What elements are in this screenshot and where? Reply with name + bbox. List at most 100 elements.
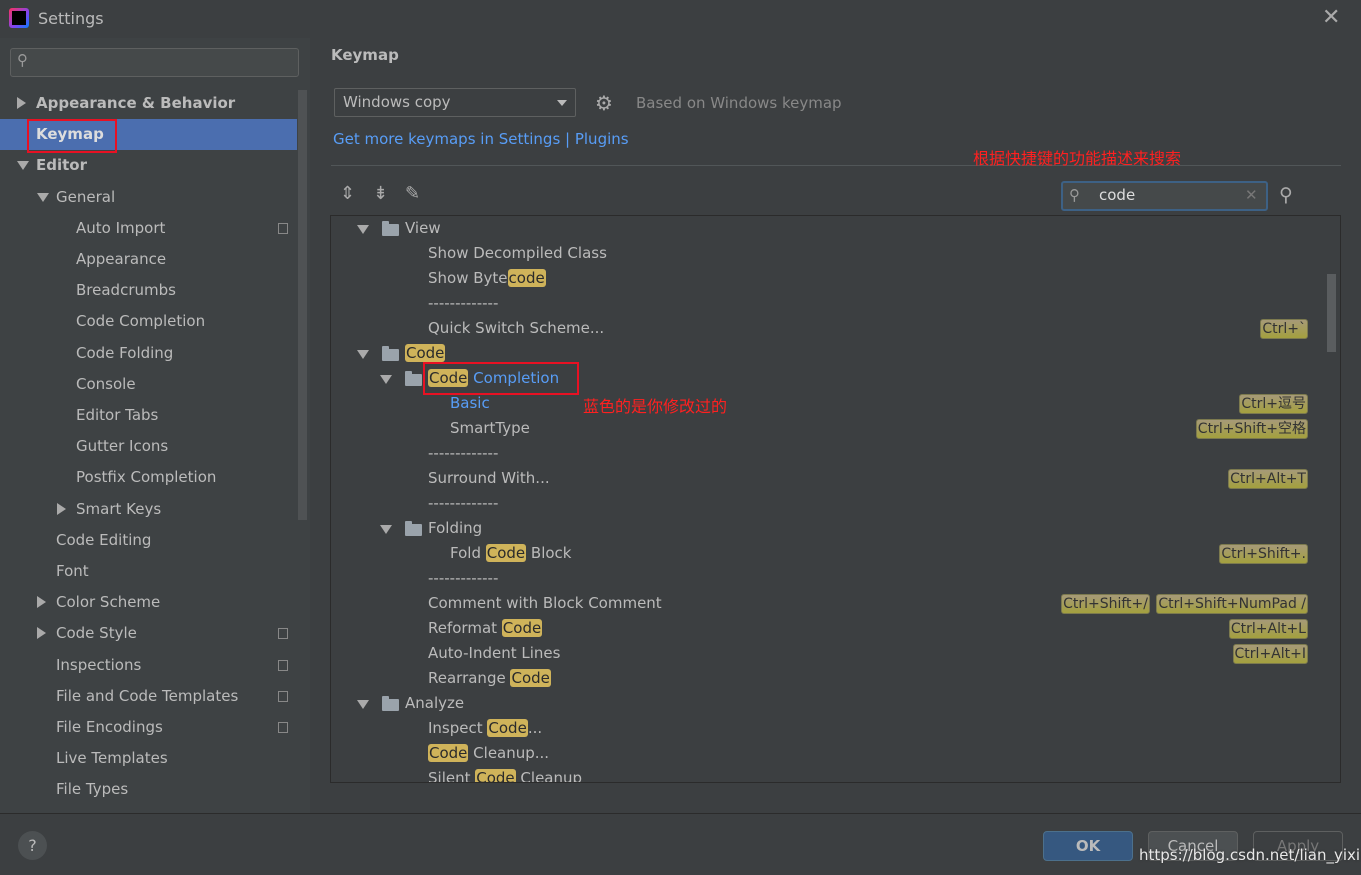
tree-row[interactable]: View xyxy=(331,216,1326,241)
chevron-down-icon[interactable] xyxy=(357,225,369,234)
chevron-right-icon[interactable] xyxy=(37,596,46,609)
sidebar-item[interactable]: Appearance & Behavior xyxy=(0,88,297,119)
tree-row[interactable]: ------------- xyxy=(331,291,1326,316)
chevron-down-icon[interactable] xyxy=(357,350,369,359)
label-text: Comment with Block Comment xyxy=(428,594,662,612)
label-text: Cleanup xyxy=(515,769,583,783)
label-text: Surround With... xyxy=(428,469,550,487)
based-on-label: Based on Windows keymap xyxy=(636,94,842,112)
tree-row-label: ------------- xyxy=(428,441,498,466)
tree-row[interactable]: ------------- xyxy=(331,491,1326,516)
sidebar-item[interactable]: Color Scheme xyxy=(0,587,297,618)
sidebar-item[interactable]: Code Editing xyxy=(0,525,297,556)
edit-pencil-icon[interactable]: ✎ xyxy=(405,183,420,204)
get-keymaps-link[interactable]: Get more keymaps in Settings | Plugins xyxy=(333,130,629,148)
sidebar-item[interactable]: Editor xyxy=(0,150,297,181)
tree-row[interactable]: Comment with Block Comment Ctrl+Shift+Num… xyxy=(331,591,1326,616)
help-button[interactable]: ? xyxy=(18,831,47,860)
search-match: Code xyxy=(501,619,543,637)
sidebar-item[interactable]: Appearance xyxy=(0,244,297,275)
tree-row[interactable]: Code Cleanup... xyxy=(331,741,1326,766)
tree-row[interactable]: Inspect Code... xyxy=(331,716,1326,741)
chevron-right-icon[interactable] xyxy=(37,627,46,640)
collapse-all-icon[interactable]: ⇟ xyxy=(373,183,388,204)
expand-all-icon[interactable]: ⇕ xyxy=(340,183,355,204)
ok-button[interactable]: OK xyxy=(1043,831,1133,861)
label-text: ... xyxy=(527,719,543,737)
chevron-down-icon[interactable] xyxy=(380,375,392,384)
sidebar-item[interactable]: File Types xyxy=(0,774,297,805)
chevron-down-icon[interactable] xyxy=(357,700,369,709)
sidebar-item-label: Console xyxy=(76,374,136,393)
chevron-right-icon[interactable] xyxy=(17,97,26,109)
sidebar-item[interactable]: Inspections xyxy=(0,650,297,681)
tree-row[interactable]: ------------- xyxy=(331,441,1326,466)
sidebar-item[interactable]: General xyxy=(0,182,297,213)
tree-row[interactable]: Show Bytecode xyxy=(331,266,1326,291)
keymap-search-input[interactable]: ⚲ code ✕ xyxy=(1061,181,1268,211)
sidebar: ⚲ Appearance & Behavior Keymap Editor Gener… xyxy=(0,38,310,813)
close-icon[interactable]: ✕ xyxy=(1322,5,1340,30)
tree-row-label: Quick Switch Scheme... xyxy=(428,316,604,341)
chevron-down-icon[interactable] xyxy=(380,525,392,534)
tree-row[interactable]: Auto-Indent Lines Ctrl+Alt+I xyxy=(331,641,1326,666)
sidebar-item[interactable]: File Encodings xyxy=(0,712,297,743)
tree-row[interactable]: Folding xyxy=(331,516,1326,541)
tree-row[interactable]: Show Decompiled Class xyxy=(331,241,1326,266)
gear-icon[interactable]: ⚙ xyxy=(595,91,613,115)
tree-row[interactable]: Quick Switch Scheme... Ctrl+` xyxy=(331,316,1326,341)
tree-row-label: Surround With... xyxy=(428,466,550,491)
label-text: Folding xyxy=(428,519,483,537)
tree-row[interactable]: Analyze xyxy=(331,691,1326,716)
sidebar-item[interactable]: Font xyxy=(0,556,297,587)
watermark: https://blog.csdn.net/lian_yixin xyxy=(1139,846,1361,864)
tree-row[interactable]: SmartType Ctrl+Shift+空格 xyxy=(331,416,1326,441)
tree-row[interactable]: Surround With... Ctrl+Alt+T xyxy=(331,466,1326,491)
sidebar-item[interactable]: Editor Tabs xyxy=(0,400,297,431)
tree-row-label: Silent Code Cleanup xyxy=(428,766,583,783)
sidebar-item-label: Gutter Icons xyxy=(76,437,169,456)
folder-icon xyxy=(382,696,399,711)
chevron-down-icon[interactable] xyxy=(37,192,49,202)
sidebar-item[interactable]: Auto Import xyxy=(0,213,297,244)
search-icon: ⚲ xyxy=(17,51,28,69)
sidebar-item[interactable]: Code Style xyxy=(0,618,297,649)
label-text: Auto-Indent Lines xyxy=(428,644,561,662)
tree-scrollbar[interactable] xyxy=(1327,274,1336,352)
search-match: code xyxy=(507,269,546,287)
sidebar-item[interactable]: Breadcrumbs xyxy=(0,275,297,306)
sidebar-item[interactable]: Gutter Icons xyxy=(0,431,297,462)
sidebar-item[interactable]: File and Code Templates xyxy=(0,681,297,712)
sidebar-item[interactable]: Smart Keys xyxy=(0,494,297,525)
shortcut-badge: Ctrl+Alt+T xyxy=(1228,469,1308,489)
chevron-down-icon[interactable] xyxy=(17,161,29,171)
label-text: Basic xyxy=(450,394,490,412)
tree-row[interactable]: Fold Code Block Ctrl+Shift+. xyxy=(331,541,1326,566)
annotation-search-hint: 根据快捷键的功能描述来搜索 xyxy=(973,149,1182,168)
label-text: Show Decompiled Class xyxy=(428,244,607,262)
sidebar-item[interactable]: Code Folding xyxy=(0,338,297,369)
sidebar-scrollbar[interactable] xyxy=(298,90,307,520)
find-shortcut-icon[interactable]: ⚲ xyxy=(1279,184,1293,206)
sidebar-item[interactable]: Postfix Completion xyxy=(0,462,297,493)
tree-row-label: View xyxy=(405,216,441,241)
tree-row[interactable]: ------------- xyxy=(331,566,1326,591)
tree-row-label: Show Bytecode xyxy=(428,266,546,291)
tree-row[interactable]: Reformat Code Ctrl+Alt+L xyxy=(331,616,1326,641)
tree-row[interactable]: Rearrange Code xyxy=(331,666,1326,691)
clear-icon[interactable]: ✕ xyxy=(1245,186,1258,204)
chevron-right-icon[interactable] xyxy=(57,502,66,515)
tree-row-label: Inspect Code... xyxy=(428,716,542,741)
tree-row-label: SmartType xyxy=(450,416,530,441)
sidebar-item[interactable]: Console xyxy=(0,369,297,400)
tree-row-label: ------------- xyxy=(428,491,498,516)
sidebar-item-label: Postfix Completion xyxy=(76,468,217,487)
search-match: Code xyxy=(428,744,469,762)
tree-row[interactable]: Silent Code Cleanup xyxy=(331,766,1326,783)
keymap-select[interactable]: Windows copy xyxy=(334,88,576,117)
sidebar-search-input[interactable]: ⚲ xyxy=(10,48,299,77)
sidebar-item-label: Font xyxy=(56,562,89,580)
project-settings-icon xyxy=(278,222,288,234)
sidebar-item[interactable]: Code Completion xyxy=(0,306,297,337)
sidebar-item[interactable]: Live Templates xyxy=(0,743,297,774)
